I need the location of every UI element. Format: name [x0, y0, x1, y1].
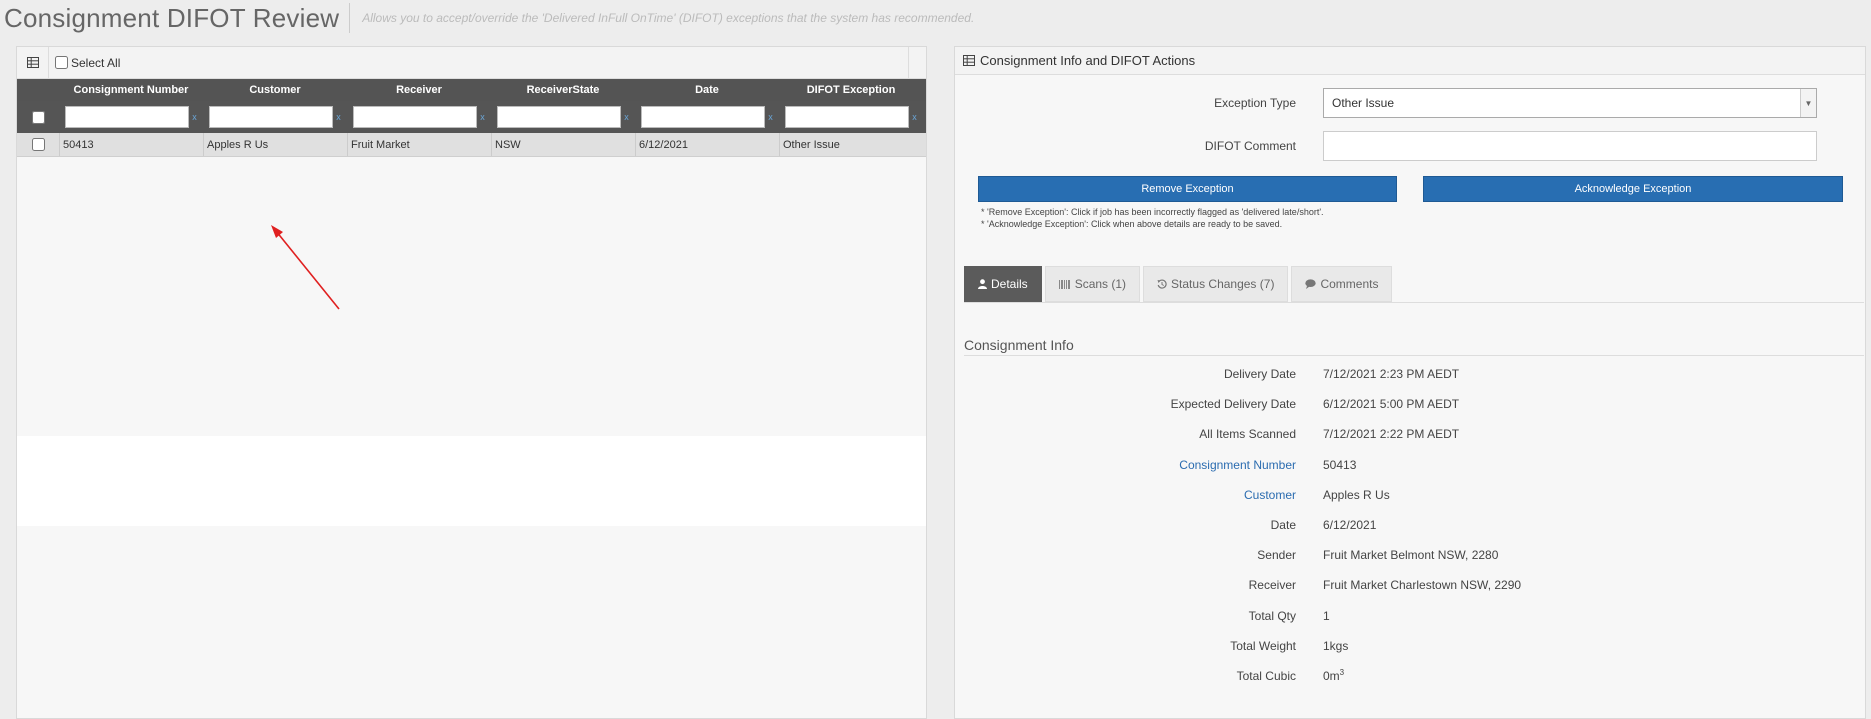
- info-value: 7/12/2021 2:22 PM AEDT: [1323, 427, 1460, 442]
- info-row-delivery-date: Delivery Date 7/12/2021 2:23 PM AEDT: [955, 359, 1865, 389]
- exception-type-row: Exception Type Other Issue ▼: [955, 88, 1865, 118]
- info-value: Fruit Market Charlestown NSW, 2290: [1323, 578, 1522, 593]
- consignment-info-panel: Consignment Info and DIFOT Actions Excep…: [954, 46, 1866, 719]
- info-row-expected-delivery-date: Expected Delivery Date 6/12/2021 5:00 PM …: [955, 389, 1865, 419]
- info-label: Total Cubic: [1236, 668, 1296, 683]
- info-value: Fruit Market Belmont NSW, 2280: [1323, 548, 1499, 563]
- info-label: All Items Scanned: [1199, 427, 1296, 442]
- info-value: 6/12/2021 5:00 PM AEDT: [1323, 397, 1460, 412]
- info-value: Apples R Us: [1323, 487, 1390, 502]
- tab-label: Scans (1): [1074, 277, 1127, 291]
- info-row-customer: Customer Apples R Us: [955, 480, 1865, 510]
- history-icon: [1157, 279, 1167, 289]
- consignment-grid-panel: Select All Consignment Number Customer R…: [16, 46, 927, 719]
- tab-label: Details: [991, 277, 1028, 291]
- exception-type-label: Exception Type: [1214, 96, 1296, 110]
- difot-comment-label: DIFOT Comment: [1204, 139, 1296, 153]
- info-row-receiver: Receiver Fruit Market Charlestown NSW, 22…: [955, 570, 1865, 600]
- remove-exception-button[interactable]: Remove Exception: [978, 176, 1397, 202]
- note-remove: * 'Remove Exception': Click if job has b…: [981, 207, 1324, 217]
- comment-icon: [1305, 279, 1317, 289]
- info-label: Total Qty: [1248, 608, 1296, 623]
- info-row-sender: Sender Fruit Market Belmont NSW, 2280: [955, 540, 1865, 570]
- user-icon: [978, 279, 987, 289]
- annotation-arrow: [271, 225, 340, 310]
- info-value: 1kgs: [1323, 638, 1349, 653]
- info-label: Sender: [1257, 548, 1296, 563]
- info-label: Receiver: [1248, 578, 1296, 593]
- page-title: Consignment DIFOT Review: [4, 2, 340, 33]
- info-label: Date: [1270, 518, 1296, 533]
- header-divider: [349, 3, 351, 33]
- panel-title: Consignment Info and DIFOT Actions: [980, 53, 1196, 68]
- info-label: Expected Delivery Date: [1170, 397, 1296, 412]
- exception-type-select[interactable]: Other Issue ▼: [1323, 88, 1817, 118]
- tab-status-changes[interactable]: Status Changes (7): [1143, 266, 1289, 302]
- info-row-consignment-number: Consignment Number 50413: [955, 450, 1865, 480]
- consignment-info-title: Consignment Info: [964, 337, 1074, 353]
- tabs-divider: [964, 302, 1864, 303]
- panel-header: Consignment Info and DIFOT Actions: [955, 47, 1865, 75]
- info-row-total-qty: Total Qty 1: [955, 601, 1865, 631]
- info-value: 50413: [1323, 457, 1357, 472]
- info-value: 6/12/2021: [1323, 518, 1377, 533]
- barcode-icon: [1058, 279, 1070, 289]
- difot-comment-input[interactable]: [1323, 131, 1817, 161]
- info-label: Delivery Date: [1223, 367, 1296, 382]
- info-row-date: Date 6/12/2021: [955, 510, 1865, 540]
- tab-comments[interactable]: Comments: [1291, 266, 1393, 302]
- customer-link[interactable]: Customer: [955, 488, 1323, 502]
- grid-blank-band: [17, 436, 926, 526]
- table-icon: [963, 55, 975, 66]
- note-acknowledge: * 'Acknowledge Exception': Click when ab…: [981, 219, 1283, 229]
- info-label: Total Weight: [1230, 638, 1296, 653]
- consignment-info-divider: [964, 355, 1864, 356]
- tab-label: Status Changes (7): [1171, 277, 1275, 291]
- acknowledge-exception-button[interactable]: Acknowledge Exception: [1423, 176, 1843, 202]
- info-value: 1: [1323, 608, 1330, 623]
- tab-details[interactable]: Details: [964, 266, 1042, 302]
- info-tabs: Details Scans (1) Status Changes (7) Com…: [964, 266, 1393, 302]
- difot-comment-row: DIFOT Comment: [955, 131, 1865, 161]
- action-notes: * 'Remove Exception': Click if job has b…: [981, 206, 1324, 230]
- info-row-all-items-scanned: All Items Scanned 7/12/2021 2:22 PM AEDT: [955, 419, 1865, 449]
- page: Consignment DIFOT Review Allows you to a…: [0, 0, 1871, 719]
- page-header: Consignment DIFOT Review Allows you to a…: [4, 0, 974, 36]
- info-row-total-weight: Total Weight 1kgs: [955, 631, 1865, 661]
- cubic-exponent: 3: [1339, 668, 1345, 678]
- exception-type-value: Other Issue: [1332, 96, 1395, 110]
- chevron-down-icon[interactable]: ▼: [1800, 89, 1816, 117]
- tab-scans[interactable]: Scans (1): [1044, 266, 1141, 302]
- info-value: 0m3: [1323, 668, 1344, 683]
- cubic-value: 0m: [1323, 669, 1340, 684]
- tab-label: Comments: [1320, 277, 1379, 291]
- consignment-number-link[interactable]: Consignment Number: [955, 458, 1323, 472]
- consignment-info-list: Delivery Date 7/12/2021 2:23 PM AEDT Expe…: [955, 359, 1865, 691]
- page-subtitle: Allows you to accept/override the 'Deliv…: [362, 11, 975, 25]
- info-value: 7/12/2021 2:23 PM AEDT: [1323, 367, 1460, 382]
- info-row-total-cubic: Total Cubic 0m3: [955, 661, 1865, 691]
